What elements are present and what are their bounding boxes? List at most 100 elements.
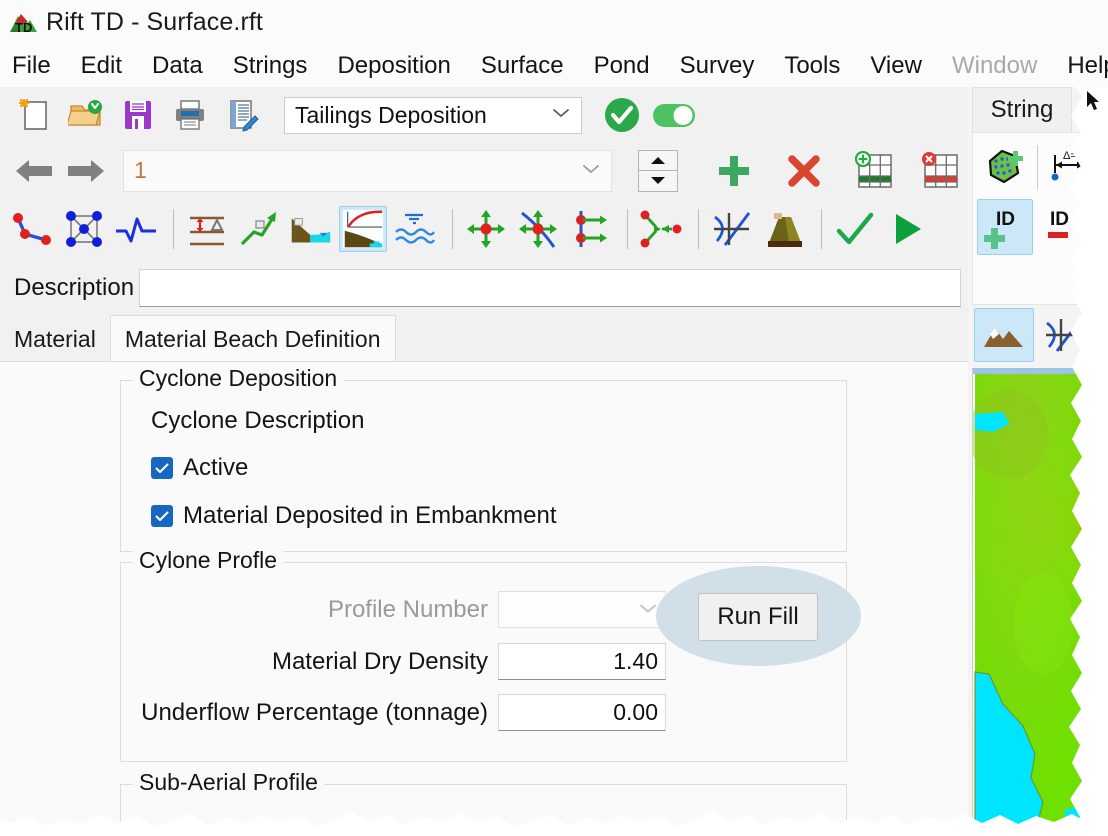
open-folder-icon[interactable] <box>62 92 110 138</box>
material-beach-definition-panel: Cyclone Deposition Cyclone Description A… <box>0 361 968 836</box>
svg-text:TD: TD <box>15 20 32 35</box>
tools-toolbar <box>0 198 968 260</box>
sub-aerial-profile-group: Sub-Aerial Profile <box>120 769 847 836</box>
menu-view[interactable]: View <box>870 52 922 80</box>
chevron-down-icon <box>639 601 657 619</box>
new-file-icon[interactable] <box>10 92 58 138</box>
menu-data[interactable]: Data <box>152 52 203 80</box>
cyclone-deposition-group: Cyclone Deposition Cyclone Description A… <box>120 365 847 552</box>
level-delta-icon[interactable] <box>183 206 231 252</box>
polygon-add-icon[interactable] <box>977 139 1033 195</box>
cyclone-deposition-title: Cyclone Deposition <box>133 365 344 392</box>
menu-help[interactable]: Help <box>1067 52 1108 80</box>
main-toolbar: Tailings Deposition <box>0 87 968 143</box>
profile-number-label: Profile Number <box>327 595 488 623</box>
menu-pond[interactable]: Pond <box>594 52 650 80</box>
material-dry-density-label: Material Dry Density <box>271 647 488 675</box>
chevron-down-icon <box>551 106 571 124</box>
plus-icon[interactable] <box>710 148 758 194</box>
view-tools-row <box>972 305 1108 365</box>
terrain-td-icon: TD <box>8 8 38 38</box>
spinner-up-icon[interactable] <box>639 151 677 171</box>
delta-zero-measure-icon[interactable]: Δ=0 <box>1042 139 1098 195</box>
material-dry-density-input[interactable] <box>498 643 666 680</box>
edit-document-icon[interactable] <box>218 92 266 138</box>
record-combo[interactable]: 1 <box>123 149 612 192</box>
spinner-down-icon[interactable] <box>639 171 677 191</box>
tab-string[interactable]: String <box>972 87 1072 132</box>
toolbar-separator <box>173 209 174 249</box>
toolbar-separator <box>627 209 628 249</box>
tab-strip: Material Material Beach Definition <box>0 315 968 361</box>
id-add-icon[interactable]: ID <box>977 199 1033 255</box>
move-curve-point-icon[interactable] <box>514 206 562 252</box>
mode-combo[interactable]: Tailings Deposition <box>284 96 582 134</box>
toolbar-separator <box>821 209 822 249</box>
waveform-icon[interactable] <box>112 206 160 252</box>
menu-bar: File Edit Data Strings Deposition Surfac… <box>0 45 1108 87</box>
material-deposited-checkbox-row[interactable]: Material Deposited in Embankment <box>151 502 846 530</box>
terrain-surface-icon[interactable] <box>974 308 1034 362</box>
menu-survey[interactable]: Survey <box>680 52 755 80</box>
description-input[interactable] <box>139 268 961 307</box>
chevron-down-icon <box>581 162 601 180</box>
id-remove-icon[interactable]: ID <box>1033 199 1089 255</box>
menu-surface[interactable]: Surface <box>481 52 564 80</box>
arrow-right-icon[interactable] <box>62 148 110 194</box>
menu-tools[interactable]: Tools <box>784 52 840 80</box>
description-label: Description <box>14 273 135 301</box>
save-icon[interactable] <box>114 92 162 138</box>
right-panel: String Δ=0 ID ID <box>968 87 1108 836</box>
active-checkbox[interactable] <box>151 457 173 479</box>
beach-profile-curve-icon[interactable] <box>339 206 387 252</box>
move-point-icon[interactable] <box>462 206 510 252</box>
embankment-water-icon[interactable] <box>287 206 335 252</box>
svg-text:ID: ID <box>996 209 1015 230</box>
material-deposited-checkbox-label: Material Deposited in Embankment <box>183 502 557 529</box>
intersect-strings-icon[interactable] <box>708 206 756 252</box>
print-icon[interactable] <box>166 92 214 138</box>
svg-text:ID: ID <box>1050 209 1069 230</box>
tab-material-beach-definition[interactable]: Material Beach Definition <box>109 315 396 361</box>
menu-edit[interactable]: Edit <box>81 52 122 80</box>
table-add-row-icon[interactable] <box>850 148 898 194</box>
cyclone-profile-group: Cylone Profle Profile Number Material Dr… <box>120 547 861 762</box>
toolbar-separator <box>698 209 699 249</box>
cyclone-description-label: Cyclone Description <box>151 407 365 434</box>
menu-window: Window <box>951 52 1038 79</box>
toggle-switch[interactable] <box>650 92 698 138</box>
menu-deposition[interactable]: Deposition <box>337 52 450 80</box>
svg-text:Δ=0: Δ=0 <box>1063 150 1083 162</box>
title-bar: TD Rift TD - Surface.rft <box>0 0 1108 45</box>
cross-icon[interactable] <box>780 148 828 194</box>
tab-material[interactable]: Material <box>0 319 110 361</box>
record-nav-toolbar: 1 <box>0 143 968 198</box>
polyline-points-icon[interactable] <box>8 206 56 252</box>
menu-file[interactable]: File <box>12 52 51 80</box>
run-play-icon[interactable] <box>883 206 931 252</box>
active-checkbox-row[interactable]: Active <box>151 454 846 482</box>
profile-number-combo[interactable] <box>498 591 666 628</box>
table-delete-row-icon[interactable] <box>916 148 964 194</box>
active-checkbox-label: Active <box>183 454 249 481</box>
string-tools-body: Δ=0 ID ID <box>972 132 1108 305</box>
cyclone-profile-title: Cylone Profle <box>133 547 284 574</box>
application-window: TD Rift TD - Surface.rft File Edit Data … <box>0 0 1108 836</box>
run-fill-button[interactable]: Run Fill <box>698 593 818 641</box>
underflow-percentage-input[interactable] <box>498 694 666 731</box>
apply-check-icon[interactable] <box>831 206 879 252</box>
offset-points-icon[interactable] <box>566 206 614 252</box>
dam-section-icon[interactable] <box>760 206 808 252</box>
arrow-left-icon[interactable] <box>10 148 58 194</box>
menu-strings[interactable]: Strings <box>233 52 308 80</box>
terrain-elevation-map[interactable] <box>972 368 1108 836</box>
intersect-string-icon[interactable] <box>1034 308 1094 362</box>
record-spinner[interactable] <box>638 149 678 192</box>
water-ripples-icon[interactable] <box>391 206 439 252</box>
check-circle-icon[interactable] <box>598 92 646 138</box>
slope-arrow-icon[interactable] <box>235 206 283 252</box>
converge-points-icon[interactable] <box>637 206 685 252</box>
material-deposited-checkbox[interactable] <box>151 505 173 527</box>
node-mesh-icon[interactable] <box>60 206 108 252</box>
underflow-percentage-label: Underflow Percentage (tonnage) <box>141 698 488 726</box>
